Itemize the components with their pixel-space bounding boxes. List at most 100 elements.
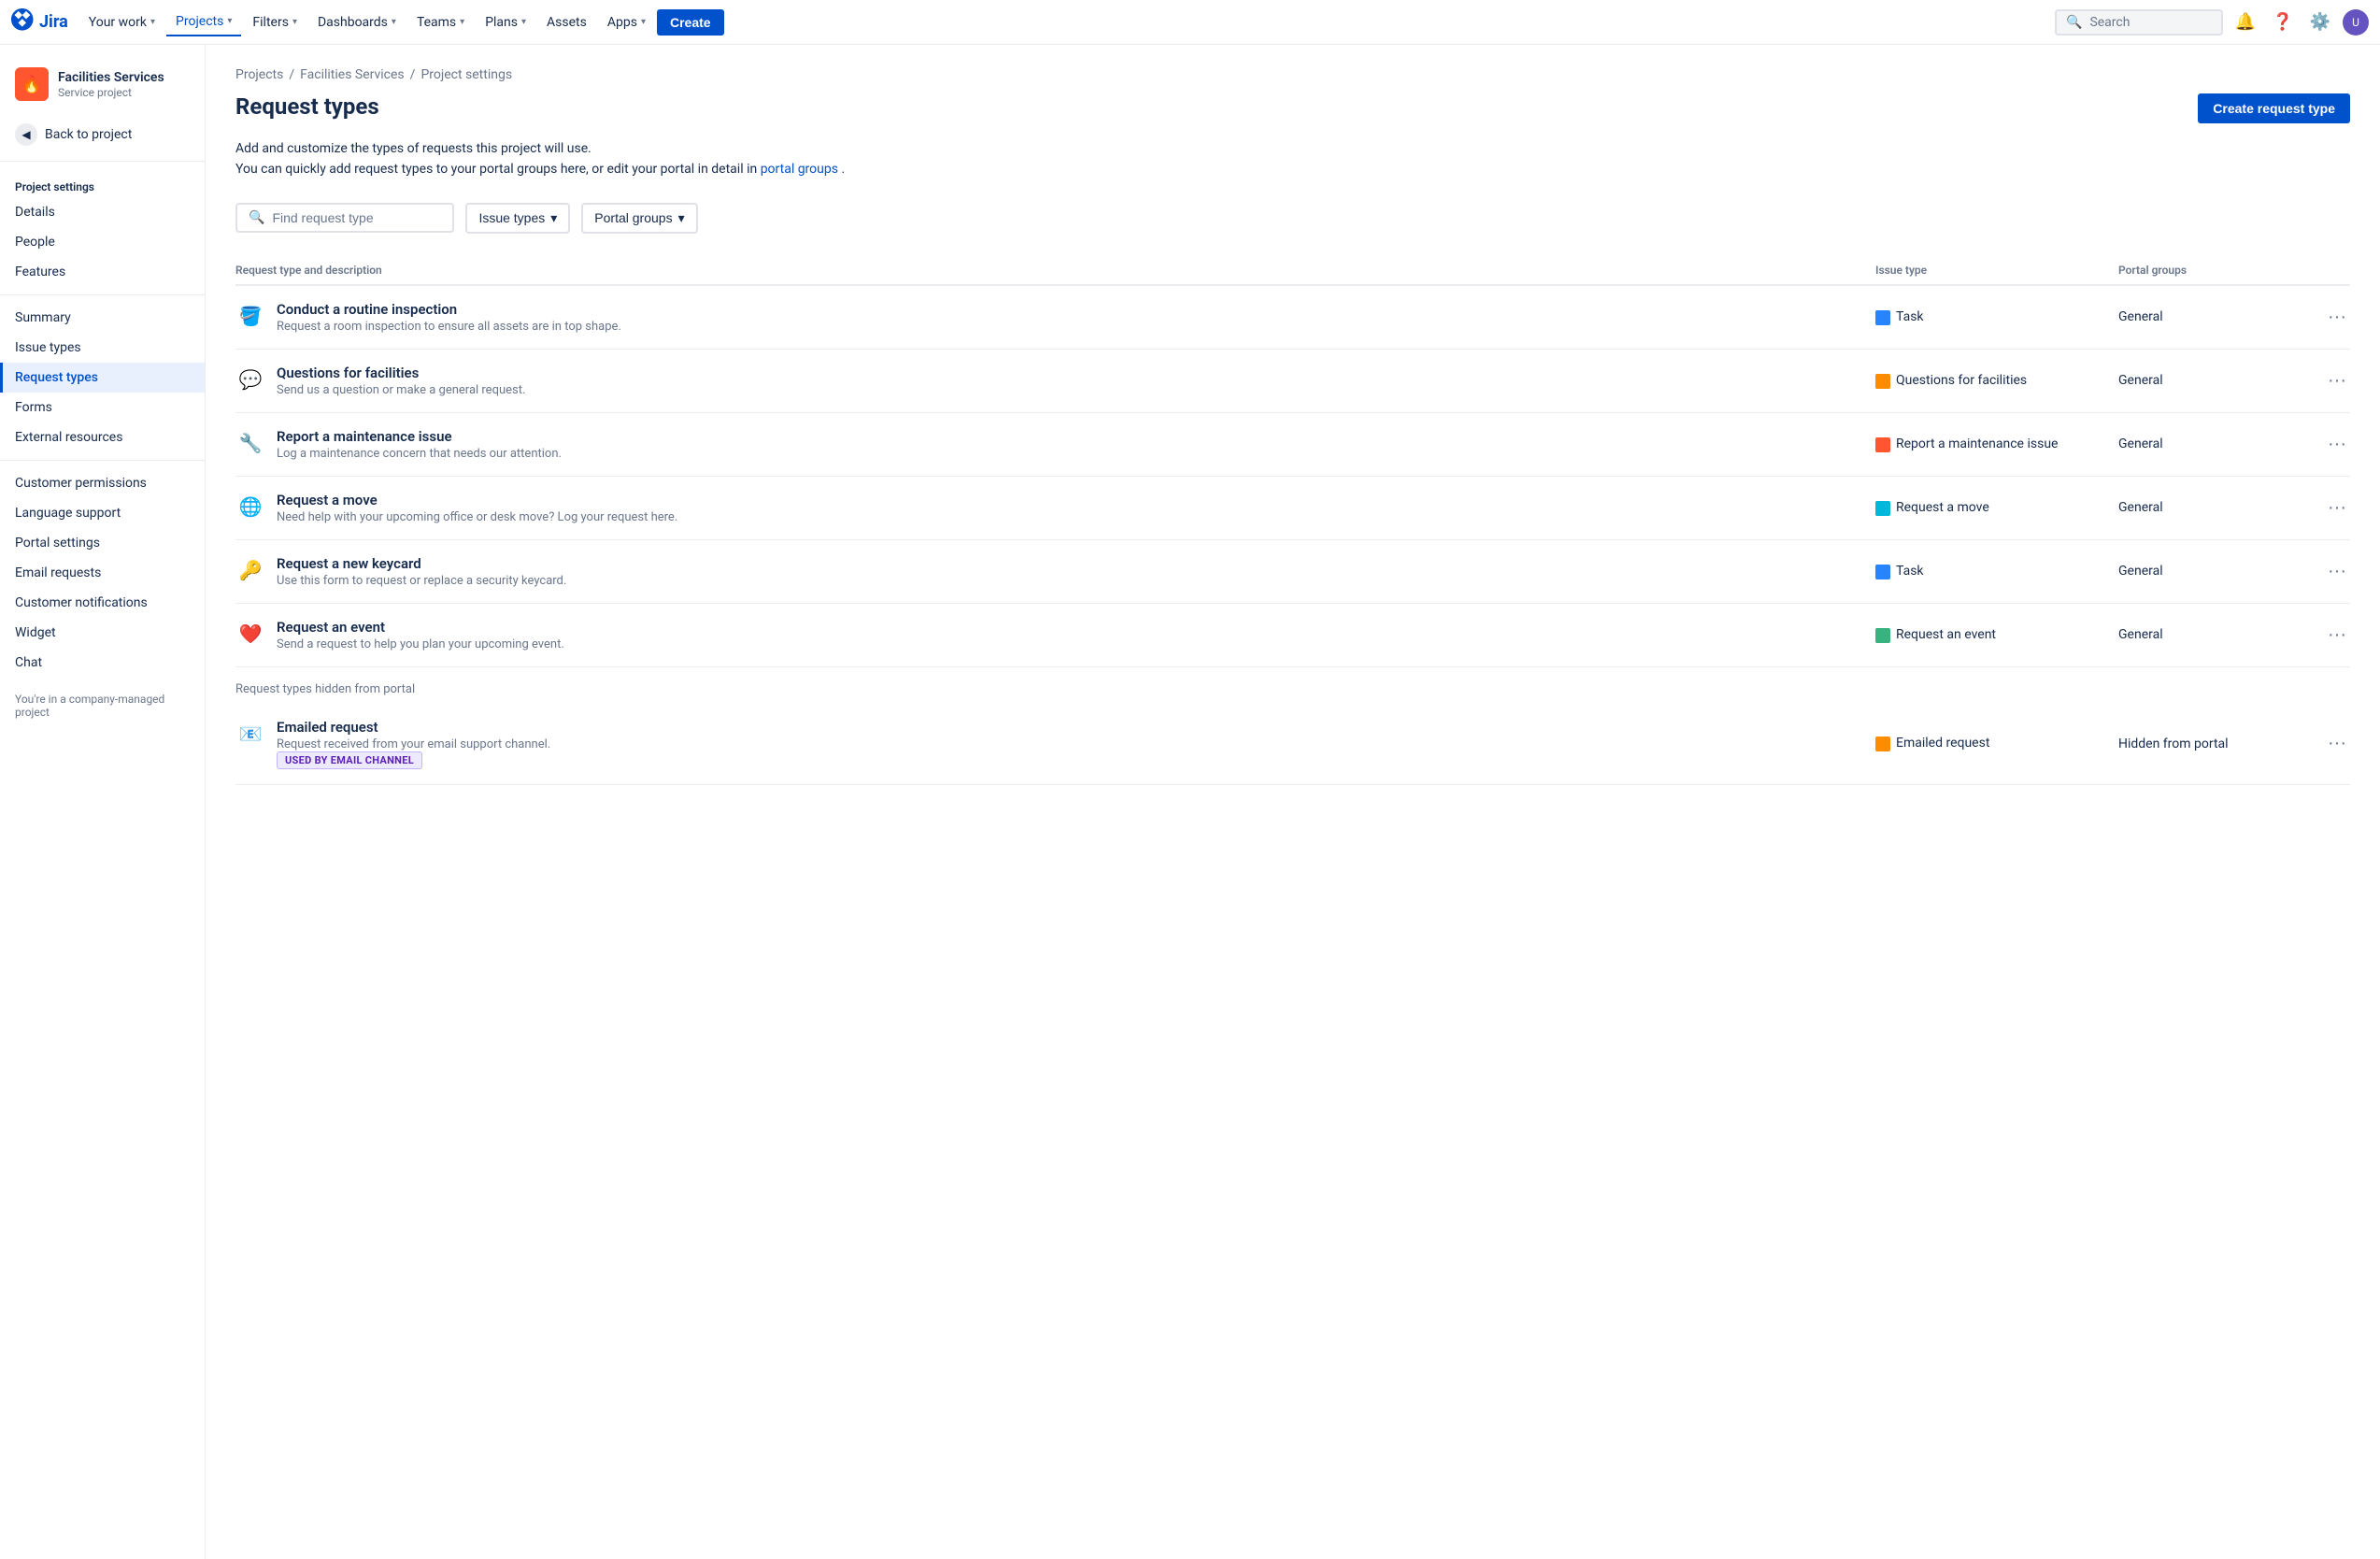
portal-groups-link[interactable]: portal groups bbox=[761, 162, 838, 177]
dashboards-chevron: ▾ bbox=[392, 17, 396, 27]
sidebar-item-features[interactable]: Features bbox=[0, 257, 205, 287]
rt-more-button[interactable]: ··· bbox=[2324, 557, 2350, 586]
rt-issue-type: Report a maintenance issue bbox=[1875, 436, 2118, 452]
rt-icon: ❤️ bbox=[235, 619, 265, 649]
col-request-type: Request type and description bbox=[235, 264, 1875, 277]
rt-portal-group: General bbox=[2118, 436, 2305, 451]
sidebar-item-customer-permissions[interactable]: Customer permissions bbox=[0, 468, 205, 498]
issue-type-icon bbox=[1875, 565, 1890, 579]
sidebar-item-people[interactable]: People bbox=[0, 227, 205, 257]
sidebar-item-forms[interactable]: Forms bbox=[0, 393, 205, 422]
create-button[interactable]: Create bbox=[657, 9, 724, 36]
issue-type-icon bbox=[1875, 501, 1890, 516]
issue-type-icon bbox=[1875, 310, 1890, 325]
apps-chevron: ▾ bbox=[641, 17, 646, 27]
sidebar-item-portal-settings[interactable]: Portal settings bbox=[0, 528, 205, 558]
sidebar-item-external-resources[interactable]: External resources bbox=[0, 422, 205, 452]
portal-groups-filter[interactable]: Portal groups ▾ bbox=[581, 203, 697, 234]
rt-name-col: 🔑 Request a new keycard Use this form to… bbox=[235, 555, 1875, 588]
apps-nav[interactable]: Apps ▾ bbox=[598, 9, 655, 36]
request-type-search-input[interactable] bbox=[272, 210, 441, 225]
issue-type-icon bbox=[1875, 374, 1890, 389]
breadcrumb-facilities[interactable]: Facilities Services bbox=[300, 67, 405, 82]
back-to-project[interactable]: ◀ Back to project bbox=[0, 116, 205, 153]
rt-issue-type: Task bbox=[1875, 564, 2118, 579]
sidebar-footer: You're in a company-managed project bbox=[0, 678, 205, 734]
global-search[interactable]: 🔍 Search bbox=[2055, 9, 2223, 36]
rt-icon: 🌐 bbox=[235, 492, 265, 522]
rt-name: Emailed request bbox=[277, 719, 550, 736]
top-navigation: Jira Your work ▾ Projects ▾ Filters ▾ Da… bbox=[0, 0, 2380, 45]
page-description: Add and customize the types of requests … bbox=[235, 138, 2350, 180]
search-icon: 🔍 bbox=[2066, 15, 2082, 30]
rt-icon: 🪣 bbox=[235, 301, 265, 331]
rt-portal-group: General bbox=[2118, 309, 2305, 324]
table-row: 🌐 Request a move Need help with your upc… bbox=[235, 477, 2350, 540]
project-name: Facilities Services bbox=[58, 69, 164, 86]
sidebar-items: DetailsPeopleFeatures SummaryIssue typesR… bbox=[0, 197, 205, 678]
request-type-search[interactable]: 🔍 bbox=[235, 203, 454, 233]
jira-icon bbox=[11, 8, 34, 36]
breadcrumb: Projects / Facilities Services / Project… bbox=[235, 67, 2350, 82]
sidebar-item-request-types[interactable]: Request types bbox=[0, 363, 205, 393]
issue-types-filter[interactable]: Issue types ▾ bbox=[465, 203, 570, 234]
settings-button[interactable]: ⚙️ bbox=[2305, 7, 2335, 37]
rt-issue-type: Questions for facilities bbox=[1875, 373, 2118, 389]
rt-name: Conduct a routine inspection bbox=[277, 301, 621, 318]
sidebar-item-widget[interactable]: Widget bbox=[0, 618, 205, 648]
rt-more-button[interactable]: ··· bbox=[2324, 729, 2350, 758]
sidebar-item-details[interactable]: Details bbox=[0, 197, 205, 227]
rt-more-button[interactable]: ··· bbox=[2324, 493, 2350, 522]
rt-more-button[interactable]: ··· bbox=[2324, 430, 2350, 459]
project-icon: 🔥 bbox=[15, 67, 49, 101]
dashboards-nav[interactable]: Dashboards ▾ bbox=[308, 9, 406, 36]
table-row: ❤️ Request an event Send a request to he… bbox=[235, 604, 2350, 667]
sidebar-divider-external-resources bbox=[0, 460, 205, 461]
page-desc-prefix: You can quickly add request types to you… bbox=[235, 162, 761, 177]
table-header: Request type and description Issue type … bbox=[235, 256, 2350, 286]
teams-nav[interactable]: Teams ▾ bbox=[407, 9, 474, 36]
notifications-button[interactable]: 🔔 bbox=[2230, 7, 2260, 37]
sidebar-item-email-requests[interactable]: Email requests bbox=[0, 558, 205, 588]
rt-more-button[interactable]: ··· bbox=[2324, 303, 2350, 332]
issue-type-icon bbox=[1875, 737, 1890, 751]
rt-portal-group: General bbox=[2118, 373, 2305, 388]
rt-more-button[interactable]: ··· bbox=[2324, 621, 2350, 650]
sidebar-project-header: 🔥 Facilities Services Service project bbox=[0, 60, 205, 116]
rt-desc: Send a request to help you plan your upc… bbox=[277, 637, 564, 651]
rt-name: Report a maintenance issue bbox=[277, 428, 562, 445]
rt-icon: 📧 bbox=[235, 719, 265, 749]
table-row: 🪣 Conduct a routine inspection Request a… bbox=[235, 286, 2350, 350]
rt-name: Questions for facilities bbox=[277, 365, 525, 381]
search-icon: 🔍 bbox=[249, 210, 264, 225]
rt-icon: 🔧 bbox=[235, 428, 265, 458]
sidebar-item-language-support[interactable]: Language support bbox=[0, 498, 205, 528]
rt-more-button[interactable]: ··· bbox=[2324, 366, 2350, 395]
help-button[interactable]: ❓ bbox=[2268, 7, 2298, 37]
main-nav: Your work ▾ Projects ▾ Filters ▾ Dashboa… bbox=[79, 8, 2051, 36]
assets-nav[interactable]: Assets bbox=[537, 9, 596, 36]
projects-nav[interactable]: Projects ▾ bbox=[166, 8, 241, 36]
rt-name: Request a new keycard bbox=[277, 555, 566, 572]
user-avatar[interactable]: U bbox=[2343, 9, 2369, 36]
rt-name-col: 🌐 Request a move Need help with your upc… bbox=[235, 492, 1875, 524]
rt-name-col: 🔧 Report a maintenance issue Log a maint… bbox=[235, 428, 1875, 461]
sidebar-item-customer-notifications[interactable]: Customer notifications bbox=[0, 588, 205, 618]
sidebar-item-summary[interactable]: Summary bbox=[0, 303, 205, 333]
your-work-nav[interactable]: Your work ▾ bbox=[79, 9, 164, 36]
hidden-request-types-list: 📧 Emailed request Request received from … bbox=[235, 704, 2350, 785]
issue-type-icon bbox=[1875, 628, 1890, 643]
plans-nav[interactable]: Plans ▾ bbox=[476, 9, 535, 36]
rt-name: Request an event bbox=[277, 619, 564, 636]
sidebar-item-chat[interactable]: Chat bbox=[0, 648, 205, 678]
sidebar-item-issue-types[interactable]: Issue types bbox=[0, 333, 205, 363]
rt-desc: Request a room inspection to ensure all … bbox=[277, 320, 621, 334]
rt-issue-type: Task bbox=[1875, 309, 2118, 325]
rt-portal-group: Hidden from portal bbox=[2118, 737, 2305, 751]
jira-logo[interactable]: Jira bbox=[11, 8, 68, 36]
filters-nav[interactable]: Filters ▾ bbox=[243, 9, 306, 36]
breadcrumb-projects[interactable]: Projects bbox=[235, 67, 283, 82]
create-request-type-button[interactable]: Create request type bbox=[2198, 93, 2350, 123]
rt-icon: 💬 bbox=[235, 365, 265, 394]
project-type: Service project bbox=[58, 86, 164, 99]
